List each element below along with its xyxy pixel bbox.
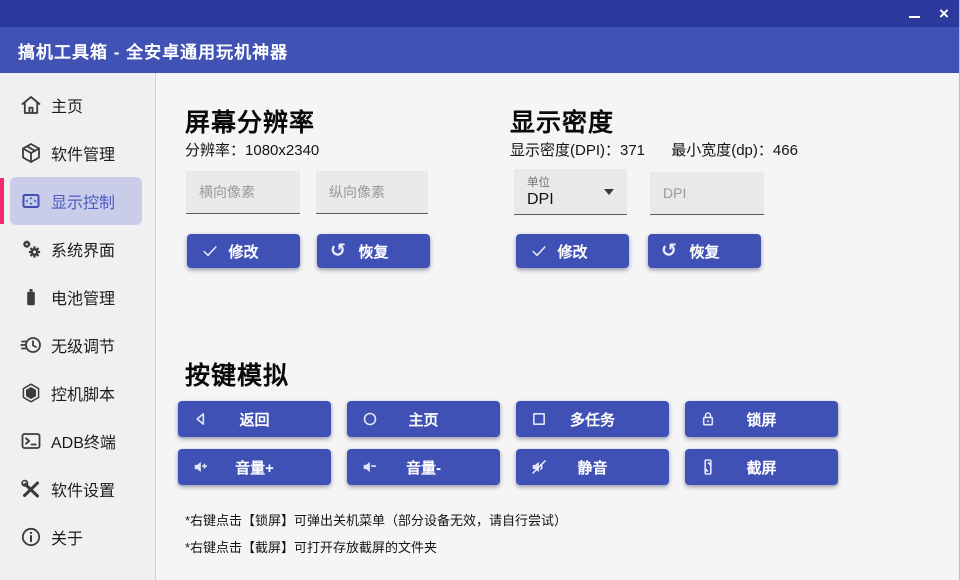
resolution-label: 分辨率： xyxy=(185,142,245,159)
density-apply-label: 修改 xyxy=(557,241,587,262)
gears-icon xyxy=(19,237,43,261)
home-icon xyxy=(19,93,43,117)
sidebar-item-script[interactable]: 控机脚本 xyxy=(10,369,142,417)
sidebar-item-home[interactable]: 主页 xyxy=(10,81,142,129)
resolution-value: 1080x2340 xyxy=(245,142,319,159)
key-button-label: 返回 xyxy=(239,409,269,430)
sidebar-item-label: 系统界面 xyxy=(51,237,115,261)
key-button-label: 主页 xyxy=(408,409,438,430)
sidebar-item-stepless-tune[interactable]: 无级调节 xyxy=(10,321,142,369)
minimize-icon xyxy=(909,16,920,18)
recents-button[interactable]: 多任务 xyxy=(516,401,669,437)
resolution-current: 分辨率：1080x2340 xyxy=(185,139,319,160)
sidebar-item-battery[interactable]: 电池管理 xyxy=(10,273,142,321)
sidebar: 主页 软件管理 显示控制 系统界面 电池管理 无级调节 xyxy=(0,73,156,580)
nav-back-icon xyxy=(191,409,211,429)
sidebar-item-app-manager[interactable]: 软件管理 xyxy=(10,129,142,177)
density-restore-label: 恢复 xyxy=(689,241,719,262)
key-button-label: 音量- xyxy=(406,457,441,478)
selected-accent-bar xyxy=(0,178,4,224)
sidebar-item-adb-terminal[interactable]: ADB终端 xyxy=(10,417,142,465)
screenshot-button[interactable]: 截屏 xyxy=(685,449,838,485)
sidebar-item-label: 软件设置 xyxy=(51,477,115,501)
volume-up-button[interactable]: 音量+ xyxy=(178,449,331,485)
close-button[interactable]: × xyxy=(929,0,959,27)
screenshot-note: *右键点击【截屏】可打开存放截屏的文件夹 xyxy=(185,537,437,556)
resolution-restore-button[interactable]: ↺ 恢复 xyxy=(317,234,430,268)
unit-select-value: DPI xyxy=(527,191,614,209)
tools-icon xyxy=(19,477,43,501)
info-icon xyxy=(19,525,43,549)
package-icon xyxy=(19,141,43,165)
chevron-down-icon xyxy=(604,189,614,195)
width-pixels-input[interactable] xyxy=(186,171,300,214)
unit-select[interactable]: 单位 DPI xyxy=(514,169,627,215)
sidebar-item-label: 主页 xyxy=(51,93,83,117)
key-button-label: 音量+ xyxy=(235,457,274,478)
battery-icon xyxy=(19,285,43,309)
density-dpi-value: 371 xyxy=(620,142,645,159)
sidebar-item-label: 软件管理 xyxy=(51,141,115,165)
resolution-apply-label: 修改 xyxy=(228,241,258,262)
dpi-input[interactable] xyxy=(650,172,764,215)
nav-home-icon xyxy=(360,409,380,429)
display-control-icon xyxy=(19,189,43,213)
sidebar-item-label: 电池管理 xyxy=(51,285,115,309)
sidebar-item-app-settings[interactable]: 软件设置 xyxy=(10,465,142,513)
screenshot-icon xyxy=(698,457,718,477)
sidebar-item-label: ADB终端 xyxy=(51,429,116,453)
resolution-restore-label: 恢复 xyxy=(358,241,388,262)
keysim-heading: 按键模拟 xyxy=(185,356,289,392)
lock-note: *右键点击【锁屏】可弹出关机菜单（部分设备无效，请自行尝试） xyxy=(185,510,567,529)
height-pixels-input[interactable] xyxy=(316,171,428,214)
key-button-label: 静音 xyxy=(577,457,607,478)
key-button-label: 多任务 xyxy=(570,409,615,430)
sidebar-item-label: 无级调节 xyxy=(51,333,115,357)
sidebar-item-label: 关于 xyxy=(51,525,83,549)
resolution-apply-button[interactable]: 修改 xyxy=(187,234,300,268)
app-header: 搞机工具箱 - 全安卓通用玩机神器 xyxy=(0,27,959,73)
titlebar: × xyxy=(0,0,959,27)
density-minwidth-label: 最小宽度(dp)： xyxy=(671,142,773,159)
key-button-label: 截屏 xyxy=(746,457,776,478)
sidebar-item-system-ui[interactable]: 系统界面 xyxy=(10,225,142,273)
nav-recents-icon xyxy=(529,409,549,429)
restore-icon: ↺ xyxy=(330,242,346,261)
volume-up-icon xyxy=(191,457,211,477)
minimize-button[interactable] xyxy=(899,0,929,27)
lock-icon xyxy=(698,409,718,429)
sidebar-item-label: 控机脚本 xyxy=(51,381,115,405)
home-button[interactable]: 主页 xyxy=(347,401,500,437)
density-restore-button[interactable]: ↺ 恢复 xyxy=(648,234,761,268)
close-icon: × xyxy=(939,5,949,22)
app-title: 搞机工具箱 - 全安卓通用玩机神器 xyxy=(18,38,288,63)
key-button-label: 锁屏 xyxy=(746,409,776,430)
density-apply-button[interactable]: 修改 xyxy=(516,234,629,268)
density-info: 显示密度(DPI)：371 最小宽度(dp)：466 xyxy=(510,139,798,160)
mute-icon xyxy=(529,457,549,477)
restore-icon: ↺ xyxy=(661,242,677,261)
density-heading: 显示密度 xyxy=(510,103,614,139)
check-icon xyxy=(200,241,220,261)
content-panel: 屏幕分辨率 分辨率：1080x2340 修改 ↺ 恢复 显示密度 显示密度(DP… xyxy=(156,73,959,580)
stepless-tune-icon xyxy=(19,333,43,357)
terminal-icon xyxy=(19,429,43,453)
hexagon-script-icon xyxy=(19,381,43,405)
density-dpi-label: 显示密度(DPI)： xyxy=(510,142,620,159)
volume-down-button[interactable]: 音量- xyxy=(347,449,500,485)
resolution-heading: 屏幕分辨率 xyxy=(185,103,315,139)
mute-button[interactable]: 静音 xyxy=(516,449,669,485)
sidebar-item-display-control[interactable]: 显示控制 xyxy=(10,177,142,225)
lock-screen-button[interactable]: 锁屏 xyxy=(685,401,838,437)
back-button[interactable]: 返回 xyxy=(178,401,331,437)
sidebar-item-about[interactable]: 关于 xyxy=(10,513,142,561)
volume-down-icon xyxy=(360,457,380,477)
sidebar-item-label: 显示控制 xyxy=(51,189,115,213)
check-icon xyxy=(529,241,549,261)
density-minwidth-value: 466 xyxy=(773,142,798,159)
unit-select-label: 单位 xyxy=(527,174,614,190)
